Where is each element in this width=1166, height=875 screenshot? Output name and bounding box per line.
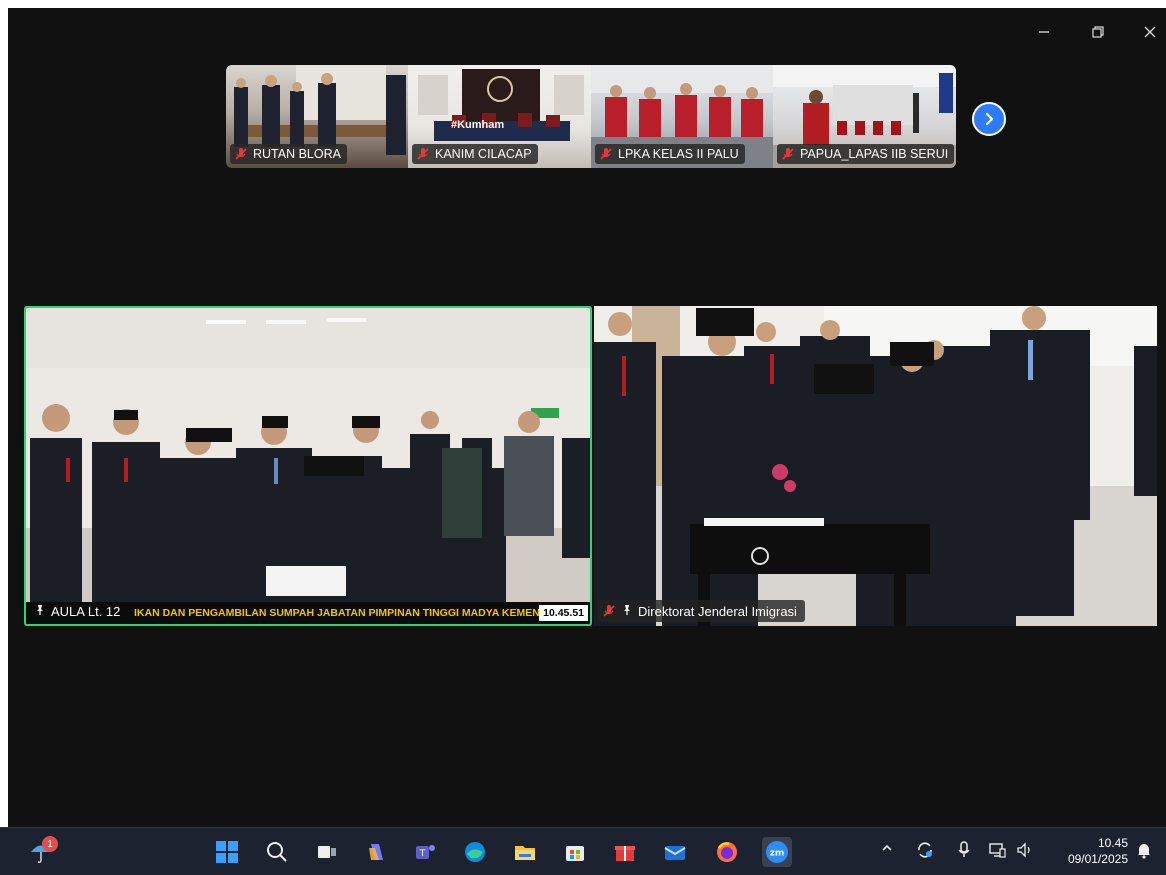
network-icon[interactable] xyxy=(988,841,1006,862)
pin-icon xyxy=(621,604,633,619)
video-feed xyxy=(26,308,590,624)
mic-muted-icon xyxy=(599,147,613,161)
notification-badge: 1 xyxy=(42,836,58,852)
participant-name-label: LPKA KELAS II PALU xyxy=(595,144,745,164)
next-page-button[interactable] xyxy=(972,102,1006,136)
ticker-time: 10.45.51 xyxy=(539,605,588,621)
participant-thumbnail[interactable]: #Kumham KANIM CILACAP xyxy=(408,65,591,168)
zoom-icon[interactable]: zm xyxy=(762,837,792,867)
participant-thumbnail[interactable]: RUTAN BLORA xyxy=(226,65,408,168)
svg-text:T: T xyxy=(419,849,426,859)
participant-name-label: Direktorat Jenderal Imigrasi xyxy=(598,600,805,622)
taskbar: 1 T zm 10.45 09/01/2025 xyxy=(0,827,1166,875)
participant-name-label: AULA Lt. 12 xyxy=(30,600,128,622)
mic-muted-icon xyxy=(234,147,248,161)
mic-muted-icon xyxy=(416,147,430,161)
teams-icon[interactable]: T xyxy=(410,837,440,867)
participant-name-label: RUTAN BLORA xyxy=(230,144,347,164)
video-tile-active-speaker[interactable]: IKAN DAN PENGAMBILAN SUMPAH JABATAN PIMP… xyxy=(24,306,592,626)
pin-icon xyxy=(34,604,46,619)
mail-icon[interactable] xyxy=(660,837,690,867)
file-explorer-icon[interactable] xyxy=(510,837,540,867)
participant-name-label: KANIM CILACAP xyxy=(412,144,538,164)
task-view-icon[interactable] xyxy=(312,837,342,867)
mic-muted-icon xyxy=(602,604,616,618)
clock-time: 10.45 xyxy=(1097,836,1128,850)
start-icon[interactable] xyxy=(212,837,242,867)
copilot-icon[interactable] xyxy=(362,837,392,867)
clock[interactable]: 10.45 09/01/2025 xyxy=(1068,835,1128,867)
gift-icon[interactable] xyxy=(610,837,640,867)
video-feed xyxy=(594,306,1157,626)
edge-icon[interactable] xyxy=(460,837,490,867)
participant-name-label: PAPUA_LAPAS IIB SERUI xyxy=(777,144,955,164)
search-icon[interactable] xyxy=(262,837,292,867)
banner-text: #Kumham xyxy=(451,119,505,131)
sync-icon[interactable] xyxy=(916,841,934,862)
clock-date: 09/01/2025 xyxy=(1067,852,1128,866)
participant-thumbnail[interactable]: PAPUA_LAPAS IIB SERUI xyxy=(773,65,956,168)
restore-icon[interactable] xyxy=(1084,20,1112,44)
volume-icon[interactable] xyxy=(1016,841,1034,862)
firefox-icon[interactable] xyxy=(712,837,742,867)
chevron-up-icon[interactable] xyxy=(880,841,894,858)
zoom-label: zm xyxy=(770,849,785,859)
video-tile[interactable]: Direktorat Jenderal Imigrasi xyxy=(594,306,1157,626)
minimize-icon[interactable] xyxy=(1030,20,1058,44)
mic-muted-icon xyxy=(781,147,795,161)
close-icon[interactable] xyxy=(1136,20,1164,44)
participant-thumbnail[interactable]: LPKA KELAS II PALU xyxy=(591,65,773,168)
store-icon[interactable] xyxy=(560,837,590,867)
chevron-right-icon xyxy=(985,112,994,126)
bell-icon[interactable] xyxy=(1136,841,1152,862)
microphone-icon[interactable] xyxy=(956,841,972,862)
zoom-window: RUTAN BLORA #Kumham KANIM CILACAP LPKA K… xyxy=(8,8,1166,827)
